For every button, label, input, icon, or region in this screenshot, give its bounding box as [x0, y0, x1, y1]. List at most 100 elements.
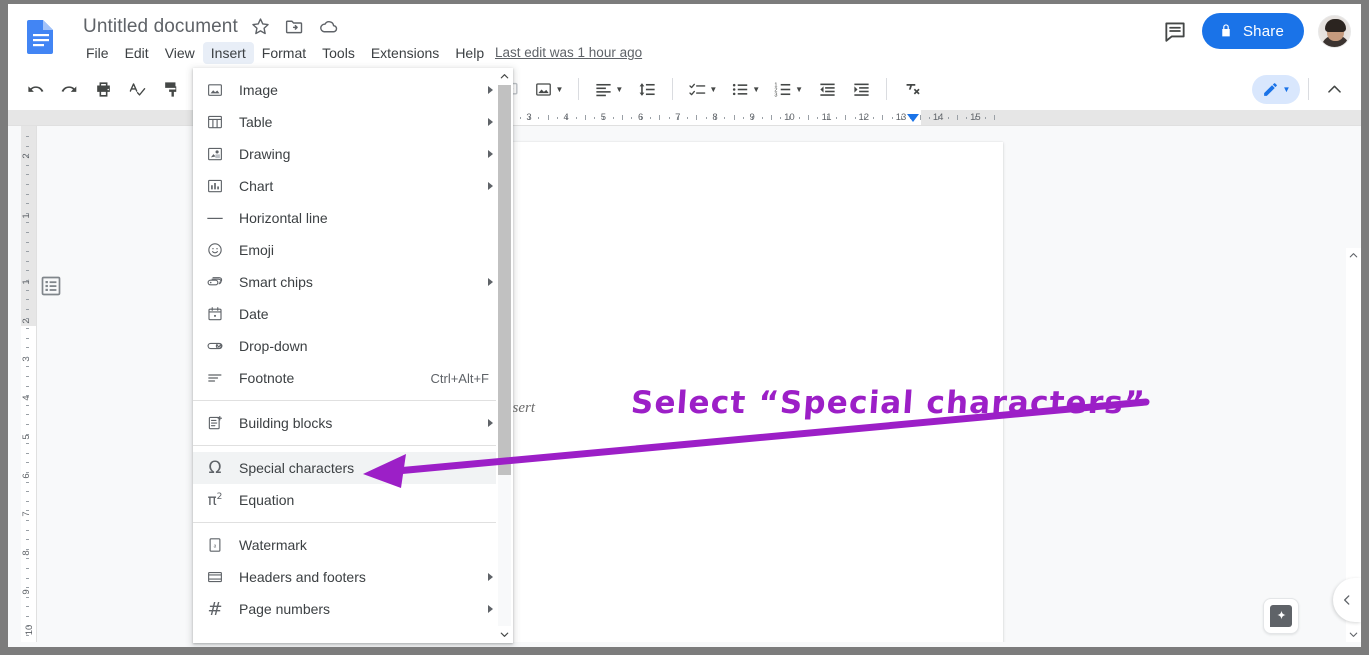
menu-insert[interactable]: Insert — [203, 42, 254, 64]
app-header: Untitled document File Edit Vie — [8, 4, 1361, 68]
ruler-number: 10 — [784, 112, 795, 123]
last-edit-status[interactable]: Last edit was 1 hour ago — [495, 45, 642, 60]
menu-item-label: Horizontal line — [239, 210, 503, 226]
share-button[interactable]: Share — [1202, 13, 1304, 49]
chevron-down-icon[interactable]: ▼ — [555, 85, 563, 94]
redo-button[interactable] — [54, 74, 84, 104]
editing-mode-button[interactable]: ▼ — [1252, 75, 1300, 104]
google-docs-logo[interactable] — [22, 17, 60, 55]
vertical-ruler-tick — [26, 443, 29, 444]
insert-image-button[interactable]: ▼ — [529, 74, 568, 104]
vertical-ruler-tick — [26, 299, 29, 300]
vertical-ruler-number: 1 — [21, 213, 32, 218]
page-title[interactable]: Untitled document — [83, 16, 238, 38]
menu-item-watermark[interactable]: aWatermark — [193, 529, 513, 561]
ruler-tick — [669, 117, 670, 119]
align-button[interactable]: ▼ — [589, 74, 628, 104]
vertical-ruler-tick — [26, 165, 29, 166]
checklist-button[interactable]: ▼ — [683, 74, 722, 104]
menu-item-chart[interactable]: Chart — [193, 170, 513, 202]
chevron-down-icon[interactable]: ▼ — [795, 85, 803, 94]
scrollbar-thumb[interactable] — [498, 85, 511, 475]
insert-dropdown-menu[interactable]: Image TableDrawingChart—Horizontal lineEm… — [193, 68, 513, 643]
menu-item-emoji[interactable]: Emoji — [193, 234, 513, 266]
gemini-assistant-button[interactable] — [1263, 598, 1299, 634]
image-icon — [205, 80, 225, 100]
menu-item-drawing[interactable]: Drawing — [193, 138, 513, 170]
undo-button[interactable] — [20, 74, 50, 104]
right-indent-marker[interactable] — [907, 114, 919, 122]
menu-item-horizontal-line[interactable]: —Horizontal line — [193, 202, 513, 234]
move-to-folder-icon[interactable] — [284, 16, 306, 38]
vertical-ruler-tick — [26, 424, 29, 425]
menu-scroll-up-button[interactable] — [496, 68, 513, 85]
menu-item-headers-and-footers[interactable]: Headers and footers — [193, 561, 513, 593]
menu-item-date[interactable]: Date — [193, 298, 513, 330]
vertical-ruler-tick — [26, 174, 29, 175]
clear-formatting-button[interactable] — [897, 74, 927, 104]
chevron-down-icon[interactable]: ▼ — [615, 85, 623, 94]
hide-menus-button[interactable] — [1319, 74, 1349, 104]
chevron-down-icon[interactable]: ▼ — [752, 85, 760, 94]
building-blocks-icon — [205, 413, 225, 433]
menu-view[interactable]: View — [157, 42, 203, 64]
menu-item-image[interactable]: Image — [193, 74, 513, 106]
vertical-ruler-tick — [26, 184, 29, 185]
menu-item-drop-down[interactable]: Drop-down — [193, 330, 513, 362]
decrease-indent-button[interactable] — [812, 74, 842, 104]
menu-scroll-down-button[interactable] — [496, 626, 513, 643]
vertical-ruler-tick — [26, 510, 29, 511]
menu-item-equation[interactable]: π2Equation — [193, 484, 513, 516]
ruler-tick — [808, 115, 809, 120]
print-button[interactable] — [88, 74, 118, 104]
submenu-arrow-icon — [488, 605, 493, 613]
menu-extensions[interactable]: Extensions — [363, 42, 447, 64]
line-spacing-button[interactable] — [632, 74, 662, 104]
cloud-saved-icon[interactable] — [318, 16, 340, 38]
vertical-ruler[interactable]: 2112345678910 — [21, 126, 37, 647]
paint-format-button[interactable] — [156, 74, 186, 104]
chevron-down-icon[interactable]: ▼ — [709, 85, 717, 94]
vertical-ruler-number: 10 — [24, 625, 35, 636]
document-outline-icon[interactable] — [39, 274, 63, 298]
menu-item-shortcut: Ctrl+Alt+F — [430, 371, 489, 386]
increase-indent-button[interactable] — [846, 74, 876, 104]
menu-item-label: Image — [239, 82, 488, 98]
menu-tools[interactable]: Tools — [314, 42, 363, 64]
avatar-hair — [1325, 19, 1346, 32]
menu-item-footnote[interactable]: FootnoteCtrl+Alt+F — [193, 362, 513, 394]
insert-menu-list: Image TableDrawingChart—Horizontal lineEm… — [193, 74, 513, 625]
numbered-list-button[interactable]: 123 ▼ — [769, 74, 808, 104]
menu-format[interactable]: Format — [254, 42, 314, 64]
scroll-up-button[interactable] — [1346, 248, 1361, 263]
menu-item-building-blocks[interactable]: Building blocks — [193, 407, 513, 439]
menu-item-label: Equation — [239, 492, 503, 508]
ruler-tick — [948, 117, 949, 119]
menu-item-page-numbers[interactable]: #Page numbers — [193, 593, 513, 625]
spelling-grammar-button[interactable] — [122, 74, 152, 104]
insert-menu-scrollbar[interactable] — [496, 68, 513, 643]
menu-divider — [193, 400, 513, 401]
menu-help[interactable]: Help — [447, 42, 492, 64]
menu-edit[interactable]: Edit — [117, 42, 157, 64]
collapse-side-panel-button[interactable] — [1333, 578, 1361, 622]
ruler-number: 4 — [564, 112, 569, 123]
scroll-down-button[interactable] — [1346, 627, 1361, 642]
star-icon[interactable] — [250, 16, 272, 38]
submenu-arrow-icon — [488, 182, 493, 190]
comment-history-icon[interactable] — [1162, 18, 1188, 44]
ruler-tick — [557, 117, 558, 119]
vertical-ruler-tick — [26, 251, 29, 252]
menu-item-special-characters[interactable]: ΩSpecial characters — [193, 452, 513, 484]
menu-file[interactable]: File — [78, 42, 117, 64]
bulleted-list-button[interactable]: ▼ — [726, 74, 765, 104]
toolbar-divider — [578, 78, 579, 100]
vertical-ruler-tick — [26, 270, 29, 271]
menu-divider — [193, 522, 513, 523]
menu-item-table[interactable]: Table — [193, 106, 513, 138]
avatar[interactable] — [1318, 15, 1351, 48]
ruler-tick — [985, 117, 986, 119]
watermark-icon: a — [205, 535, 225, 555]
chevron-down-icon[interactable]: ▼ — [1283, 85, 1291, 94]
menu-item-smart-chips[interactable]: Smart chips — [193, 266, 513, 298]
